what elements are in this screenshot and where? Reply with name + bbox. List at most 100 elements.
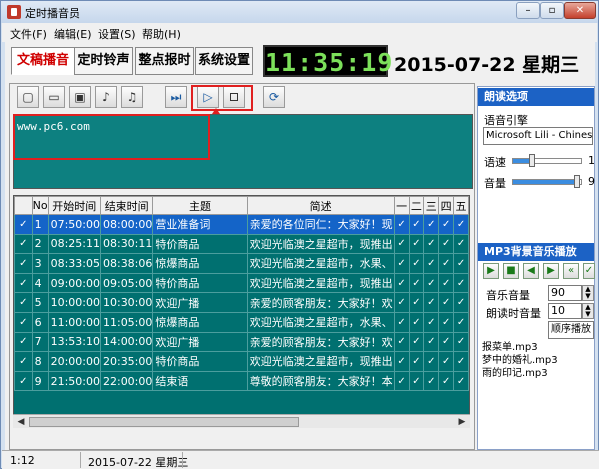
open-folder-icon[interactable]: ▭ — [43, 86, 65, 108]
header-select[interactable] — [14, 196, 33, 215]
day-checkbox-mon[interactable]: ✓ — [393, 272, 410, 294]
day-checkbox-thu[interactable]: ✓ — [438, 214, 455, 235]
music-notes-icon[interactable]: ♫ — [121, 86, 143, 108]
scroll-left-icon[interactable]: ◀ — [14, 416, 28, 428]
tab-system-settings[interactable]: 系统设置 — [195, 47, 253, 75]
volume-thumb[interactable] — [574, 175, 580, 188]
maximize-button[interactable]: ▫ — [540, 2, 564, 19]
list-item[interactable]: 雨的印记.mp3 — [482, 367, 592, 380]
scroll-thumb[interactable] — [29, 417, 299, 427]
tab-timed-bell[interactable]: 定时铃声 — [74, 47, 133, 75]
speed-slider[interactable] — [512, 158, 582, 164]
mp3-stop-icon[interactable]: ■ — [503, 263, 519, 279]
day-checkbox-thu[interactable]: ✓ — [438, 311, 455, 333]
mp3-prev-icon[interactable]: ◀ — [523, 263, 539, 279]
day-checkbox-wed[interactable]: ✓ — [423, 272, 440, 294]
mp3-rewind-icon[interactable]: « — [563, 263, 579, 279]
table-row[interactable]: ✓ 9 21:50:00 22:00:00 结束语 尊敬的顾客朋友：大家好！本 ✓ ✓ ✓ ✓ ✓ — [14, 370, 469, 392]
day-checkbox-thu[interactable]: ✓ — [438, 351, 455, 372]
day-checkbox-fri[interactable]: ✓ — [453, 214, 469, 235]
refresh-icon[interactable]: ⟳ — [263, 86, 285, 108]
day-checkbox-fri[interactable]: ✓ — [453, 272, 469, 294]
close-button[interactable]: ✕ — [564, 2, 596, 19]
menu-edit[interactable]: 编辑(E) — [54, 26, 92, 42]
day-checkbox-tue[interactable]: ✓ — [408, 331, 425, 353]
day-checkbox-mon[interactable]: ✓ — [393, 292, 410, 313]
header-summary[interactable]: 简述 — [246, 196, 395, 215]
day-checkbox-mon[interactable]: ✓ — [393, 370, 410, 392]
header-fri[interactable]: 五 — [453, 196, 469, 215]
day-checkbox-thu[interactable]: ✓ — [438, 292, 455, 313]
day-checkbox-mon[interactable]: ✓ — [393, 351, 410, 372]
music-volume-input[interactable]: 90 — [548, 285, 582, 301]
day-checkbox-mon[interactable]: ✓ — [393, 233, 410, 255]
scroll-right-icon[interactable]: ▶ — [455, 416, 469, 428]
play-mode-select[interactable]: 顺序播放 — [548, 321, 594, 339]
minimize-button[interactable]: – — [516, 2, 540, 19]
header-tue[interactable]: 二 — [408, 196, 425, 215]
day-checkbox-fri[interactable]: ✓ — [453, 292, 469, 313]
row-checkbox[interactable]: ✓ — [14, 253, 33, 274]
day-checkbox-thu[interactable]: ✓ — [438, 331, 455, 353]
day-checkbox-tue[interactable]: ✓ — [408, 233, 425, 255]
day-checkbox-fri[interactable]: ✓ — [453, 311, 469, 333]
day-checkbox-wed[interactable]: ✓ — [423, 311, 440, 333]
day-checkbox-tue[interactable]: ✓ — [408, 214, 425, 235]
day-checkbox-fri[interactable]: ✓ — [453, 351, 469, 372]
engine-select[interactable]: Microsoft Lili - Chinese (Chin — [483, 127, 593, 145]
table-row[interactable]: ✓ 6 11:00:00 11:05:00 惊爆商品 欢迎光临澳之星超市，水果、 ✓ ✓ ✓ ✓ ✓ — [14, 311, 469, 333]
day-checkbox-mon[interactable]: ✓ — [393, 331, 410, 353]
day-checkbox-wed[interactable]: ✓ — [423, 292, 440, 313]
row-checkbox[interactable]: ✓ — [14, 233, 33, 255]
day-checkbox-mon[interactable]: ✓ — [393, 253, 410, 274]
day-checkbox-fri[interactable]: ✓ — [453, 331, 469, 353]
day-checkbox-fri[interactable]: ✓ — [453, 370, 469, 392]
speed-thumb[interactable] — [529, 154, 535, 167]
table-row[interactable]: ✓ 3 08:33:05 08:38:06 惊爆商品 欢迎光临澳之星超市，水果、 ✓ ✓ ✓ ✓ ✓ — [14, 253, 469, 274]
table-row[interactable]: ✓ 8 20:00:00 20:35:00 特价商品 欢迎光临澳之星超市，现推出 ✓ ✓ ✓ ✓ ✓ — [14, 351, 469, 372]
day-checkbox-tue[interactable]: ✓ — [408, 311, 425, 333]
day-checkbox-tue[interactable]: ✓ — [408, 292, 425, 313]
header-topic[interactable]: 主题 — [152, 196, 248, 215]
day-checkbox-fri[interactable]: ✓ — [453, 253, 469, 274]
day-checkbox-thu[interactable]: ✓ — [438, 253, 455, 274]
horizontal-scrollbar[interactable]: ◀ ▶ — [13, 414, 470, 428]
header-thu[interactable]: 四 — [438, 196, 455, 215]
day-checkbox-mon[interactable]: ✓ — [393, 214, 410, 235]
day-checkbox-thu[interactable]: ✓ — [438, 370, 455, 392]
row-checkbox[interactable]: ✓ — [14, 370, 33, 392]
table-row[interactable]: ✓ 7 13:53:10 14:00:00 欢迎广播 亲爱的顾客朋友：大家好！欢 ✓ ✓ ✓ ✓ ✓ — [14, 331, 469, 353]
table-row[interactable]: ✓ 4 09:00:00 09:05:00 特价商品 欢迎光临澳之星超市，现推出 ✓ ✓ ✓ ✓ ✓ — [14, 272, 469, 294]
save-icon[interactable]: ▣ — [69, 86, 91, 108]
day-checkbox-wed[interactable]: ✓ — [423, 233, 440, 255]
mp3-play-icon[interactable]: ▶ — [483, 263, 499, 279]
menu-help[interactable]: 帮助(H) — [142, 26, 181, 42]
day-checkbox-tue[interactable]: ✓ — [408, 253, 425, 274]
row-checkbox[interactable]: ✓ — [14, 272, 33, 294]
list-item[interactable]: 梦中的婚礼.mp3 — [482, 354, 592, 367]
day-checkbox-thu[interactable]: ✓ — [438, 233, 455, 255]
day-checkbox-wed[interactable]: ✓ — [423, 351, 440, 372]
day-checkbox-thu[interactable]: ✓ — [438, 272, 455, 294]
volume-slider[interactable] — [512, 179, 582, 185]
header-wed[interactable]: 三 — [423, 196, 440, 215]
next-icon[interactable]: ⏭ — [165, 86, 187, 108]
day-checkbox-wed[interactable]: ✓ — [423, 370, 440, 392]
day-checkbox-tue[interactable]: ✓ — [408, 370, 425, 392]
header-no[interactable]: No — [31, 196, 49, 215]
day-checkbox-tue[interactable]: ✓ — [408, 351, 425, 372]
list-item[interactable]: 报菜单.mp3 — [482, 341, 592, 354]
row-checkbox[interactable]: ✓ — [14, 311, 33, 333]
mp3-playlist[interactable]: 报菜单.mp3 梦中的婚礼.mp3 雨的印记.mp3 — [482, 341, 592, 447]
day-checkbox-mon[interactable]: ✓ — [393, 311, 410, 333]
day-checkbox-fri[interactable]: ✓ — [453, 233, 469, 255]
new-document-icon[interactable]: ▢ — [17, 86, 39, 108]
reading-volume-stepper[interactable]: ▲ ▼ — [582, 303, 594, 319]
tab-hourly-chime[interactable]: 整点报时 — [135, 47, 194, 75]
header-start[interactable]: 开始时间 — [47, 196, 101, 215]
table-row[interactable]: ✓ 1 07:50:00 08:00:00 营业准备词 亲爱的各位同仁：大家好！现 ✓ ✓ ✓ ✓… — [14, 214, 469, 235]
table-row[interactable]: ✓ 2 08:25:11 08:30:11 特价商品 欢迎光临澳之星超市，现推出 ✓ ✓ ✓ ✓ ✓ — [14, 233, 469, 255]
music-volume-stepper[interactable]: ▲ ▼ — [582, 285, 594, 301]
tab-manuscript[interactable]: 文稿播音 — [11, 47, 75, 75]
row-checkbox[interactable]: ✓ — [14, 351, 33, 372]
